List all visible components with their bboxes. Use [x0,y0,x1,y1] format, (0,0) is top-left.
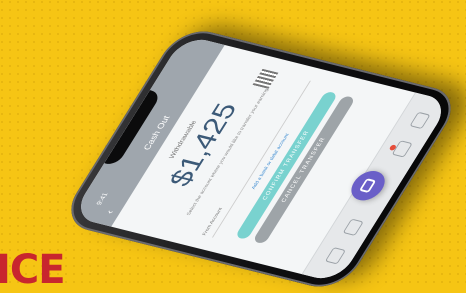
bottom-tab-bar [301,92,452,284]
smartphone: 9:41 ‹ Cash Out Withdrawable $1,425 Sele… [57,24,465,293]
bell-icon[interactable] [391,140,413,158]
phone-screen: 9:41 ‹ Cash Out Withdrawable $1,425 Sele… [70,34,452,284]
wallet-icon[interactable] [342,218,364,236]
profile-icon[interactable] [409,111,431,130]
from-account-label: From Account [201,207,224,237]
home-icon[interactable] [324,247,346,265]
camera-button[interactable] [345,167,391,204]
camera-icon [358,178,377,194]
phone-scene: 9:41 ‹ Cash Out Withdrawable $1,425 Sele… [0,0,466,293]
